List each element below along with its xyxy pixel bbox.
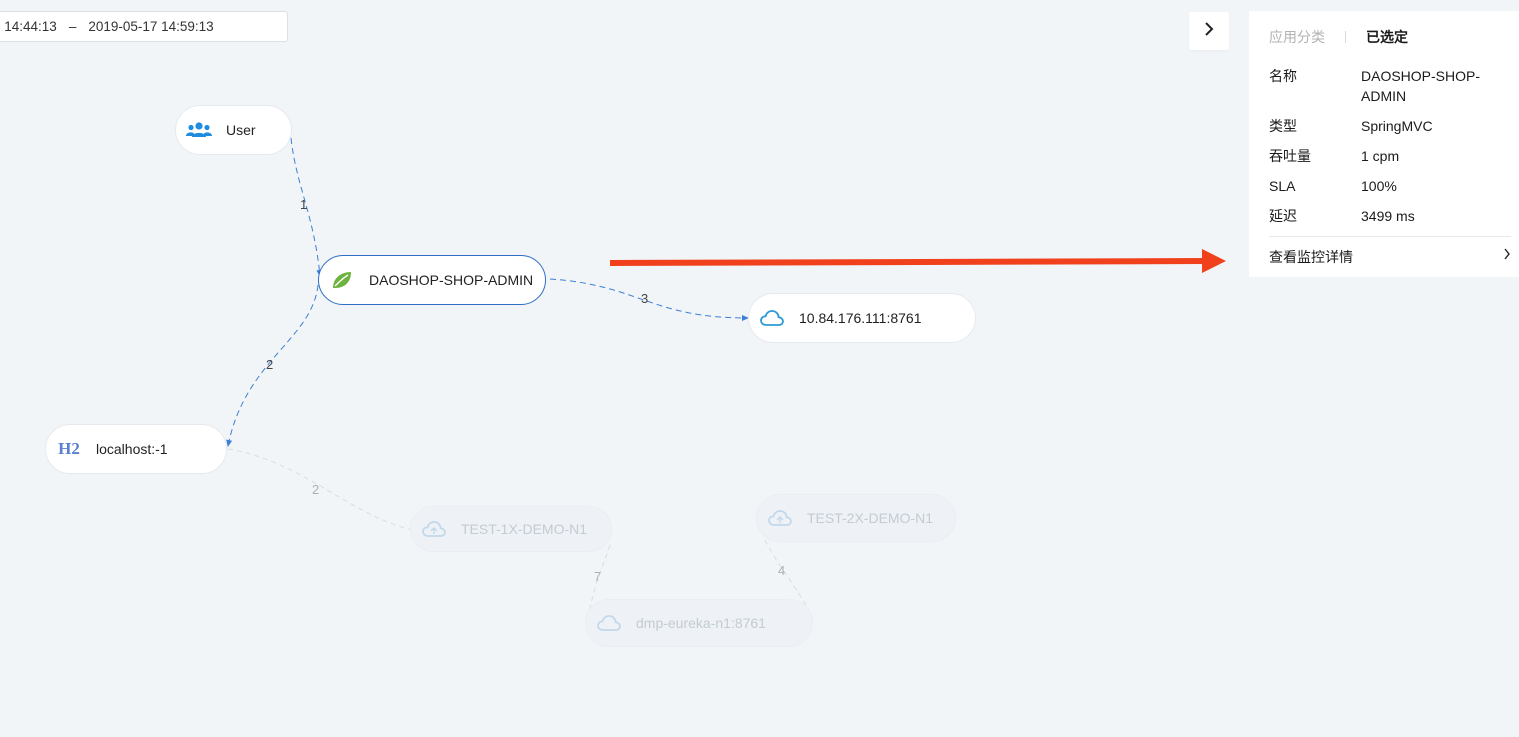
- cloud-icon: [421, 521, 447, 537]
- annotation-arrow: [609, 249, 1226, 274]
- node-dmp-eureka-n1[interactable]: dmp-eureka-n1:8761: [585, 599, 813, 647]
- tab-divider: [1345, 31, 1346, 43]
- view-monitor-details-link[interactable]: 查看监控详情: [1269, 247, 1511, 267]
- detail-value: SpringMVC: [1361, 118, 1433, 134]
- detail-panel: 应用分类 已选定 名称 DAOSHOP-SHOP-ADMIN 类型 Spring…: [1249, 11, 1519, 277]
- panel-toggle-button[interactable]: [1189, 12, 1229, 50]
- edge-label-user-admin: 1: [300, 197, 308, 212]
- node-user[interactable]: User: [175, 105, 292, 155]
- node-10-84-176-111[interactable]: 10.84.176.111:8761: [748, 293, 976, 343]
- detail-value: DAOSHOP-SHOP-ADMIN: [1361, 68, 1481, 104]
- edge-label-test1x-eureka: 7: [594, 569, 602, 584]
- node-label: localhost:-1: [96, 441, 168, 457]
- users-icon: [186, 121, 212, 139]
- detail-key: 延迟: [1269, 208, 1297, 224]
- node-daoshop-shop-admin[interactable]: DAOSHOP-SHOP-ADMIN: [318, 255, 546, 305]
- detail-key: 类型: [1269, 118, 1297, 134]
- link-label: 查看监控详情: [1269, 249, 1353, 265]
- edge-label-test2x-eureka: 4: [778, 563, 786, 578]
- detail-key: 名称: [1269, 68, 1297, 84]
- edge-label-admin-ip: 3: [641, 291, 649, 306]
- detail-key: 吞吐量: [1269, 148, 1311, 164]
- panel-divider: [1269, 236, 1511, 237]
- spring-leaf-icon: [329, 270, 355, 290]
- cloud-icon: [759, 310, 785, 326]
- edge-admin-ip: [549, 278, 749, 321]
- h2-database-icon: H2: [58, 439, 80, 458]
- node-label: 10.84.176.111:8761: [799, 310, 922, 326]
- tab-selected[interactable]: 已选定: [1366, 27, 1408, 47]
- edge-label-admin-h2: 2: [266, 357, 274, 372]
- detail-value: 3499 ms: [1361, 208, 1415, 224]
- edge-label-h2-test1x: 2: [312, 482, 320, 497]
- node-localhost[interactable]: H2 localhost:-1: [45, 424, 227, 474]
- detail-value: 1 cpm: [1361, 148, 1400, 164]
- chevron-right-icon: [1503, 247, 1511, 263]
- node-label: TEST-2X-DEMO-N1: [807, 510, 934, 526]
- node-label: dmp-eureka-n1:8761: [636, 615, 766, 631]
- edge-h2-test1x: [227, 448, 413, 531]
- node-test-2x-demo-n1[interactable]: TEST-2X-DEMO-N1: [756, 494, 956, 542]
- node-test-1x-demo-n1[interactable]: TEST-1X-DEMO-N1: [410, 506, 612, 552]
- tab-app-category[interactable]: 应用分类: [1269, 27, 1325, 47]
- node-label: User: [226, 122, 256, 138]
- detail-key: SLA: [1269, 178, 1296, 194]
- panel-tabs: 应用分类 已选定: [1269, 27, 1408, 47]
- detail-value: 100%: [1361, 178, 1397, 194]
- cloud-icon: [596, 615, 622, 631]
- node-label: TEST-1X-DEMO-N1: [461, 521, 588, 537]
- chevron-right-icon: [1204, 21, 1214, 41]
- node-label: DAOSHOP-SHOP-ADMIN: [369, 272, 534, 288]
- cloud-icon: [767, 510, 793, 526]
